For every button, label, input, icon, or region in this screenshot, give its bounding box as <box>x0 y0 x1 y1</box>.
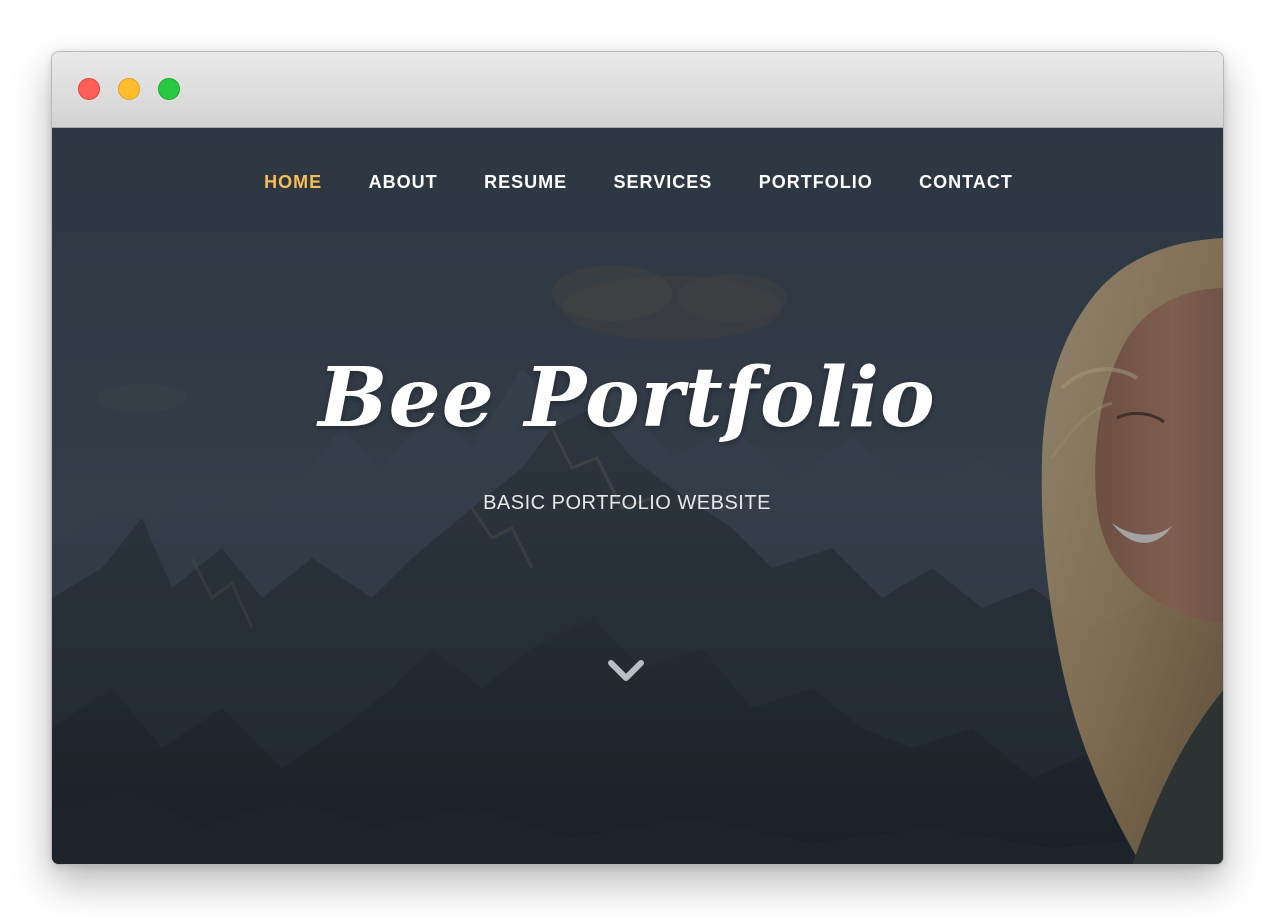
chevron-down-icon[interactable] <box>608 658 644 684</box>
minimize-button[interactable] <box>118 78 140 100</box>
nav-item-about[interactable]: ABOUT <box>369 172 438 193</box>
nav-item-services[interactable]: SERVICES <box>614 172 713 193</box>
nav-item-resume[interactable]: RESUME <box>484 172 567 193</box>
main-nav: HOME ABOUT RESUME SERVICES PORTFOLIO CON… <box>52 172 1223 193</box>
nav-item-home[interactable]: HOME <box>264 172 322 193</box>
browser-window: HOME ABOUT RESUME SERVICES PORTFOLIO CON… <box>51 51 1224 865</box>
page-viewport: HOME ABOUT RESUME SERVICES PORTFOLIO CON… <box>52 128 1223 864</box>
close-button[interactable] <box>78 78 100 100</box>
window-titlebar <box>52 52 1223 128</box>
zoom-button[interactable] <box>158 78 180 100</box>
hero-title: Bee Portfolio <box>318 350 936 446</box>
hero-subtitle: BASIC PORTFOLIO WEBSITE <box>483 492 771 514</box>
nav-item-contact[interactable]: CONTACT <box>919 172 1013 193</box>
nav-item-portfolio[interactable]: PORTFOLIO <box>759 172 873 193</box>
